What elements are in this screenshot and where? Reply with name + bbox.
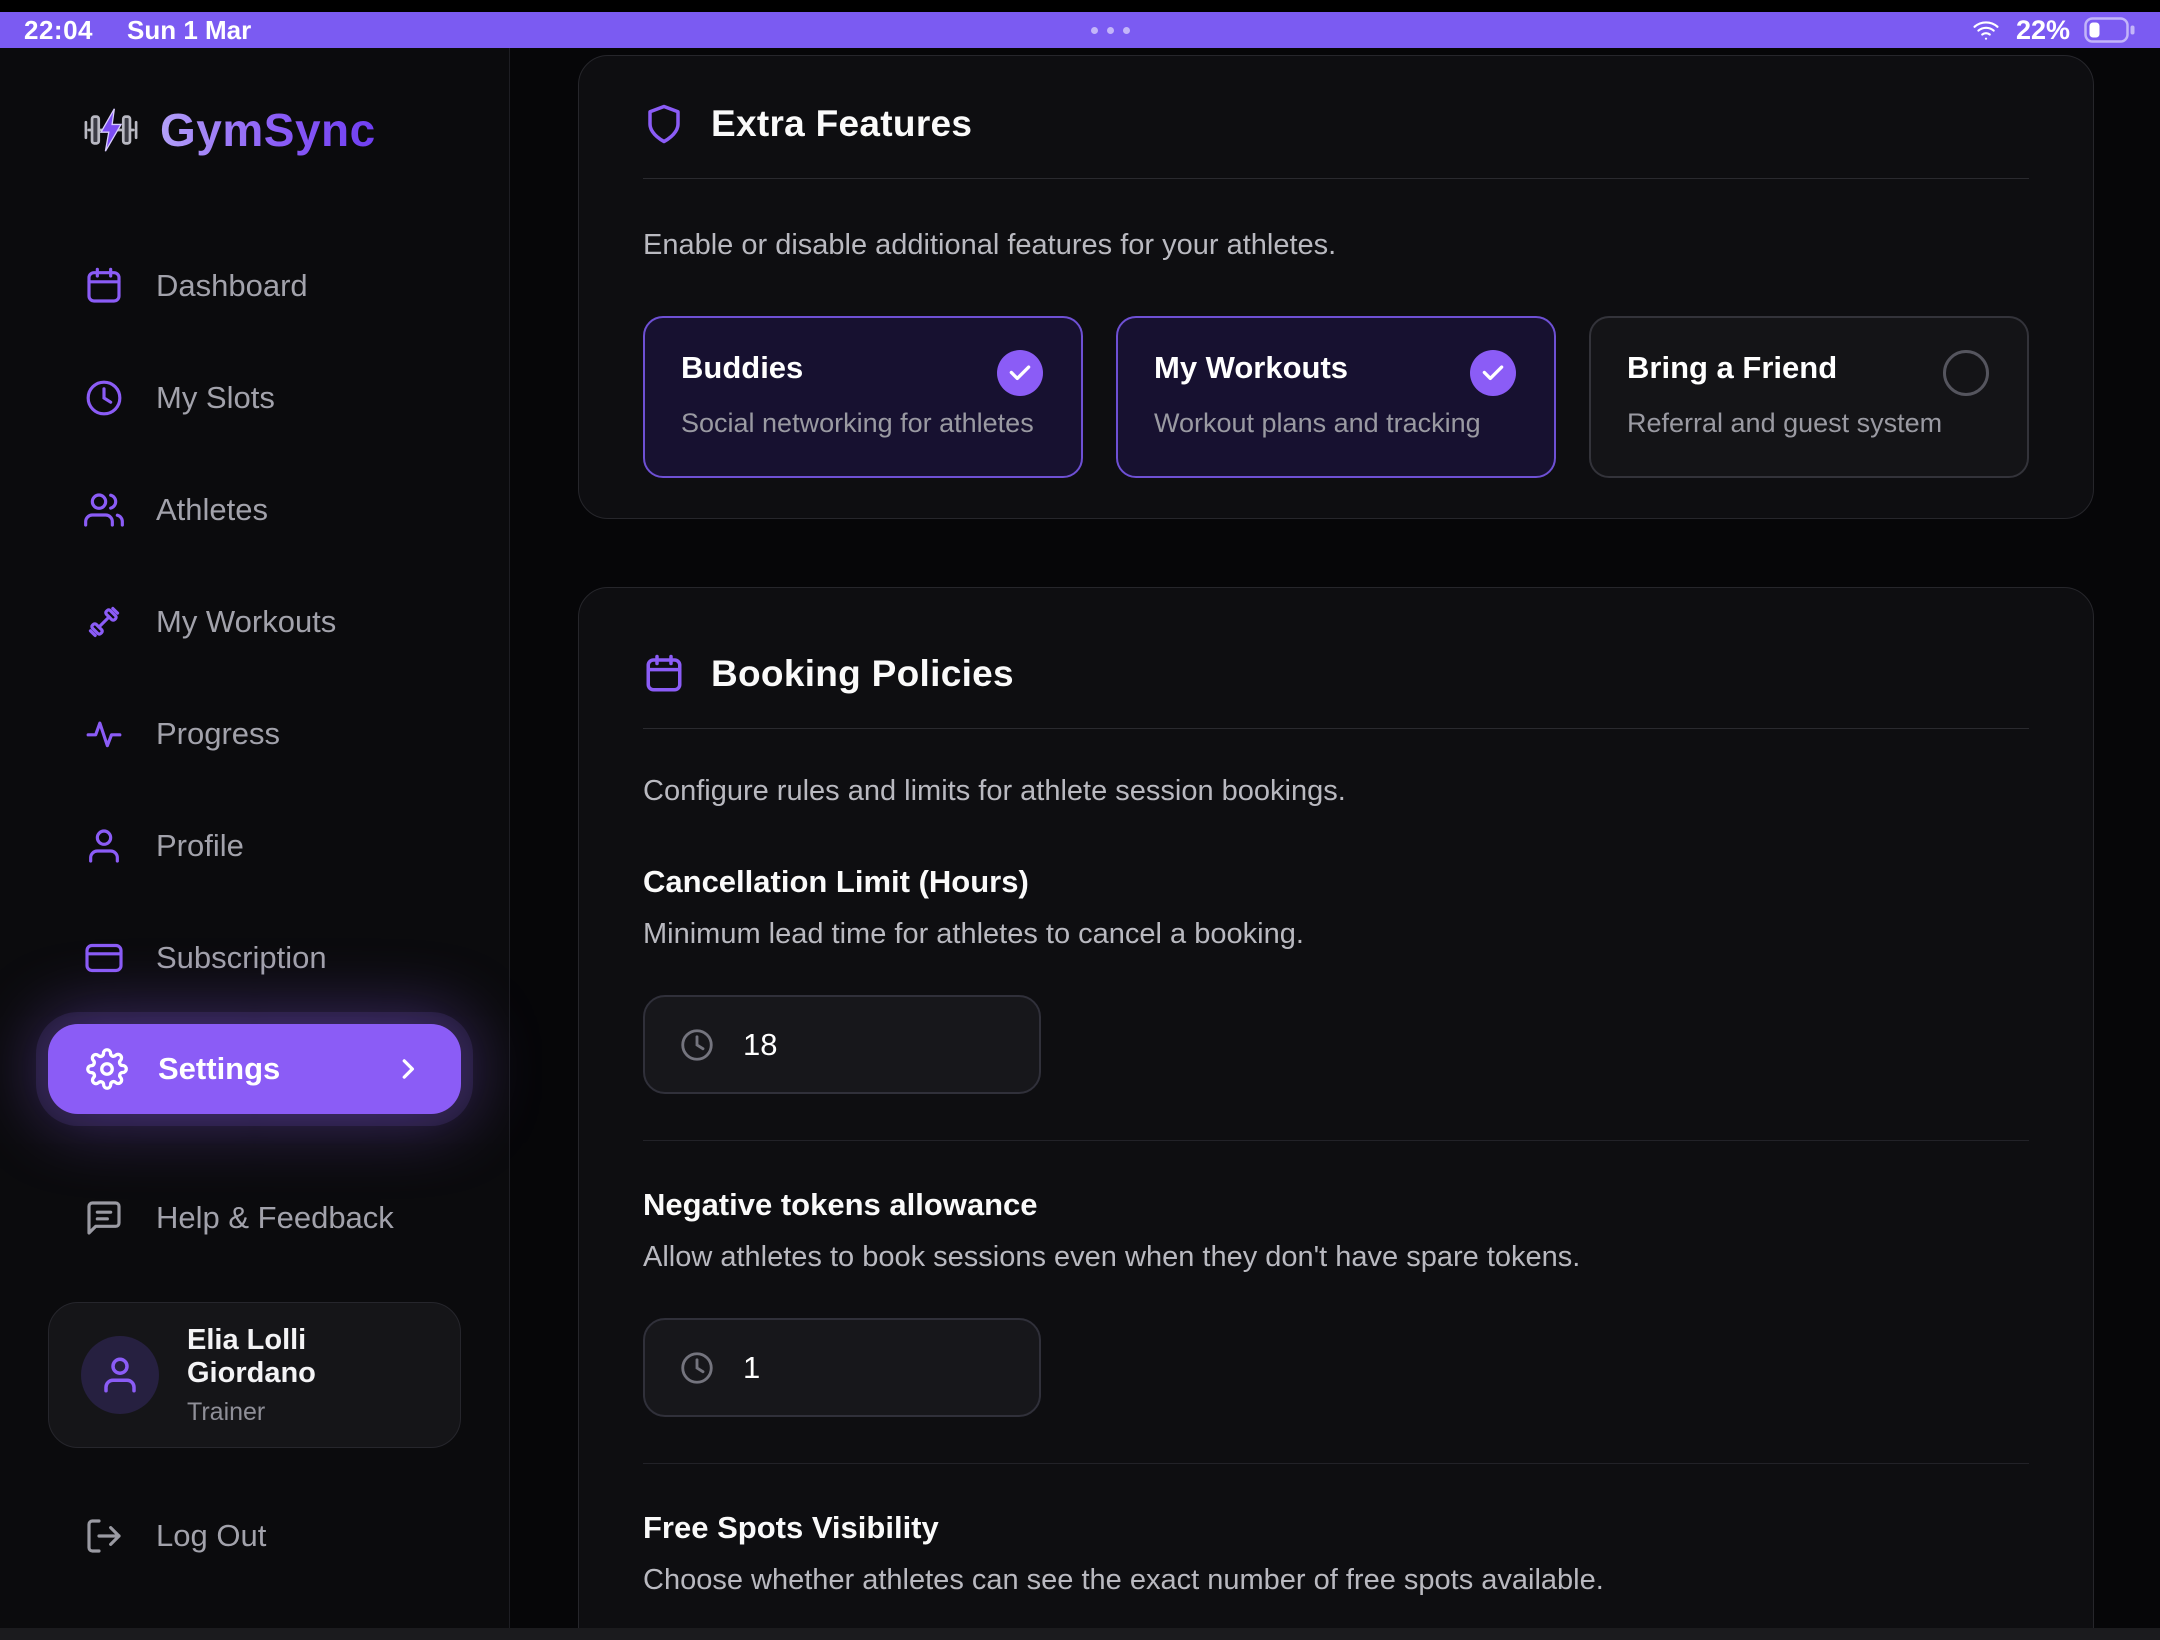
negative-tokens-input[interactable]: 1 [643,1318,1041,1417]
status-right-group: 22% [1970,15,2136,46]
user-name: Elia Lolli Giordano [187,1324,428,1390]
setting-free-spots-visibility: Free Spots Visibility Choose whether ath… [643,1510,2029,1597]
check-circle-icon[interactable] [997,350,1043,396]
panel-title: Extra Features [711,103,972,145]
sidebar-item-label: Help & Feedback [156,1200,394,1236]
setting-label: Negative tokens allowance [643,1187,2029,1223]
main-content: Extra Features Enable or disable additio… [510,48,2160,1640]
bottom-bezel [0,1628,2160,1640]
feature-card-buddies[interactable]: Buddies Social networking for athletes [643,316,1083,478]
multitasking-dots [251,27,1970,34]
panel-title: Booking Policies [711,653,1014,695]
shield-icon [643,103,685,145]
sidebar: GymSync Dashboard [0,48,510,1640]
divider [643,728,2029,729]
clock-icon [679,1350,715,1386]
top-bezel [0,0,2160,12]
cancellation-limit-input[interactable]: 18 [643,995,1041,1094]
sidebar-item-label: Progress [156,716,280,752]
sidebar-item-subscription[interactable]: Subscription [48,926,461,990]
feature-subtitle: Referral and guest system [1627,408,1991,439]
calendar-icon [84,266,124,306]
feature-subtitle: Workout plans and tracking [1154,408,1518,439]
panel-description: Enable or disable additional features fo… [643,229,2029,262]
sidebar-item-label: Athletes [156,492,268,528]
sidebar-item-label: My Slots [156,380,275,416]
divider [643,178,2029,179]
sidebar-item-my-slots[interactable]: My Slots [48,366,461,430]
setting-cancellation-limit: Cancellation Limit (Hours) Minimum lead … [643,864,2029,1094]
panel-description: Configure rules and limits for athlete s… [643,775,2029,808]
input-value: 18 [743,1027,777,1063]
clock-icon [679,1027,715,1063]
setting-description: Choose whether athletes can see the exac… [643,1564,2029,1597]
credit-card-icon [84,938,124,978]
sidebar-item-log-out[interactable]: Log Out [48,1504,461,1568]
log-out-icon [84,1516,124,1556]
feature-title: Bring a Friend [1627,350,1991,386]
setting-negative-tokens: Negative tokens allowance Allow athletes… [643,1187,2029,1417]
avatar [81,1336,159,1414]
sidebar-item-progress[interactable]: Progress [48,702,461,766]
divider [643,1463,2029,1464]
sidebar-item-label: My Workouts [156,604,336,640]
sidebar-item-help-feedback[interactable]: Help & Feedback [48,1186,461,1250]
chat-bubble-icon [84,1198,124,1238]
check-circle-icon[interactable] [1470,350,1516,396]
setting-label: Free Spots Visibility [643,1510,2029,1546]
feature-card-bring-a-friend[interactable]: Bring a Friend Referral and guest system [1589,316,2029,478]
clock-icon [84,378,124,418]
activity-icon [84,714,124,754]
feature-title: Buddies [681,350,1045,386]
setting-description: Allow athletes to book sessions even whe… [643,1241,2029,1274]
feature-title: My Workouts [1154,350,1518,386]
sidebar-item-label: Log Out [156,1518,266,1554]
setting-label: Cancellation Limit (Hours) [643,864,2029,900]
sidebar-item-profile[interactable]: Profile [48,814,461,878]
users-icon [84,490,124,530]
status-time: 22:04 [24,15,93,46]
dumbbell-bolt-logo-icon [82,107,140,153]
dot-icon [1107,27,1114,34]
app-logo: GymSync [48,98,461,162]
sidebar-item-athletes[interactable]: Athletes [48,478,461,542]
sidebar-item-dashboard[interactable]: Dashboard [48,254,461,318]
empty-circle-icon[interactable] [1943,350,1989,396]
calendar-icon [643,653,685,695]
app-screen: 22:04 Sun 1 Mar 22% [0,0,2160,1640]
gear-icon [86,1048,128,1090]
user-card[interactable]: Elia Lolli Giordano Trainer [48,1302,461,1448]
wifi-icon [1970,17,2002,43]
sidebar-item-label: Settings [158,1051,280,1087]
sidebar-item-label: Profile [156,828,244,864]
chevron-right-icon [393,1054,423,1084]
booking-policies-header: Booking Policies [643,646,2029,702]
divider [643,1140,2029,1141]
user-icon [84,826,124,866]
user-role: Trainer [187,1398,428,1427]
dumbbell-icon [84,602,124,642]
setting-description: Minimum lead time for athletes to cancel… [643,918,2029,951]
feature-card-my-workouts[interactable]: My Workouts Workout plans and tracking [1116,316,1556,478]
extra-features-panel: Extra Features Enable or disable additio… [578,55,2094,519]
sidebar-item-label: Subscription [156,940,327,976]
sidebar-item-label: Dashboard [156,268,308,304]
feature-subtitle: Social networking for athletes [681,408,1045,439]
status-bar: 22:04 Sun 1 Mar 22% [0,12,2160,48]
extra-features-header: Extra Features [643,96,2029,152]
app-name: GymSync [160,103,376,157]
battery-icon [2084,17,2136,43]
dot-icon [1123,27,1130,34]
sidebar-nav: Dashboard My Slots [48,254,461,990]
battery-percent: 22% [2016,15,2070,46]
sidebar-item-settings-active[interactable]: Settings [48,1024,461,1114]
booking-policies-panel: Booking Policies Configure rules and lim… [578,587,2094,1640]
status-date: Sun 1 Mar [127,15,251,46]
sidebar-item-my-workouts[interactable]: My Workouts [48,590,461,654]
dot-icon [1091,27,1098,34]
feature-cards-row: Buddies Social networking for athletes M… [643,316,2029,478]
input-value: 1 [743,1350,760,1386]
